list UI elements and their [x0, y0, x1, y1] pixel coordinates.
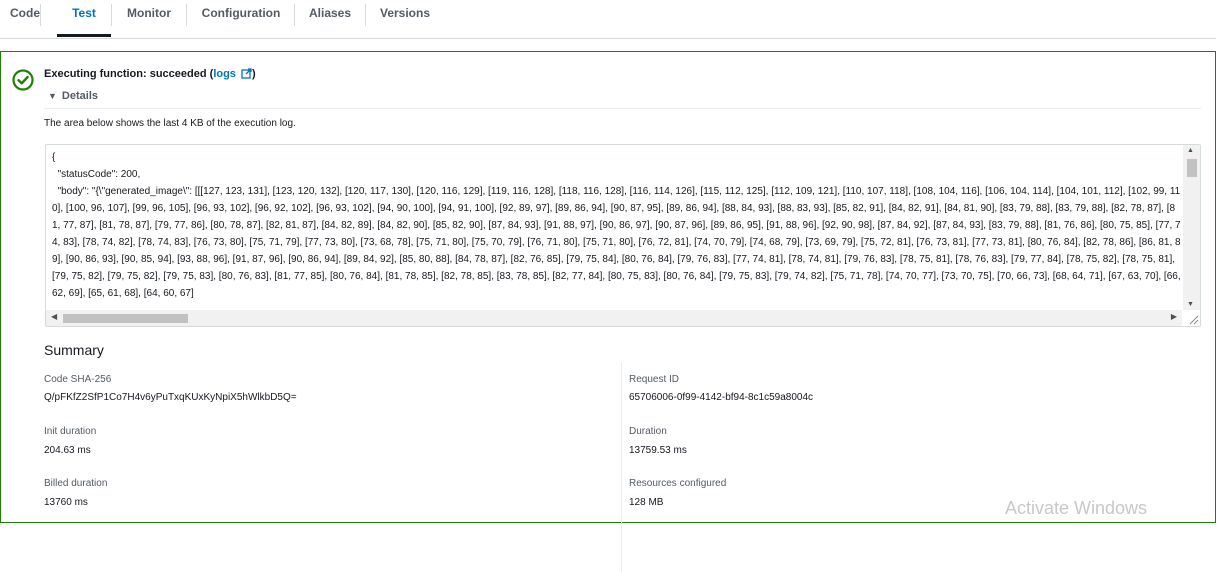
execution-status-text: Executing function: succeeded (logs ) — [44, 68, 256, 80]
tab-divider — [294, 4, 295, 26]
tab-divider — [111, 4, 112, 26]
scroll-thumb[interactable] — [1187, 159, 1197, 177]
init-duration-label: Init duration — [44, 426, 97, 437]
duration-value: 13759.53 ms — [629, 445, 687, 456]
summary-column-divider — [621, 362, 622, 572]
scroll-down-icon[interactable]: ▼ — [1187, 301, 1194, 308]
scroll-left-icon[interactable]: ◀ — [51, 312, 57, 321]
tab-code[interactable]: Code — [0, 0, 50, 37]
tab-aliases[interactable]: Aliases — [303, 0, 357, 37]
resources-configured-label: Resources configured — [629, 478, 727, 489]
request-id-value: 65706006-0f99-4142-bf94-8c1c59a8004c — [629, 392, 814, 403]
scroll-right-icon[interactable]: ▶ — [1171, 312, 1177, 321]
execution-log-content[interactable]: { "statusCode": 200, "body": "{\"generat… — [46, 145, 1182, 310]
billed-duration-value: 13760 ms — [44, 497, 88, 508]
duration-label: Duration — [629, 426, 667, 437]
logs-link[interactable]: logs — [213, 68, 252, 80]
divider — [44, 108, 1201, 109]
summary-heading: Summary — [44, 342, 104, 358]
success-check-icon — [12, 69, 34, 91]
logs-link-label[interactable]: logs — [213, 68, 236, 80]
billed-duration-label: Billed duration — [44, 478, 108, 489]
details-label[interactable]: Details — [62, 90, 98, 102]
execution-result-panel: Executing function: succeeded (logs ) ▼ D… — [0, 51, 1216, 572]
execution-status-close: ) — [252, 68, 256, 80]
scroll-thumb[interactable] — [63, 314, 188, 323]
resize-grip-icon[interactable] — [1185, 311, 1199, 325]
details-toggle[interactable]: ▼ Details — [48, 90, 98, 102]
tab-test[interactable]: Test — [57, 0, 111, 37]
horizontal-scrollbar[interactable]: ◀ ▶ — [46, 310, 1182, 326]
execution-log-text[interactable]: { "statusCode": 200, "body": "{\"generat… — [46, 145, 1182, 302]
tab-divider — [365, 4, 366, 26]
tab-versions[interactable]: Versions — [374, 0, 436, 37]
init-duration-value: 204.63 ms — [44, 445, 91, 456]
log-description: The area below shows the last 4 KB of th… — [44, 118, 296, 129]
tab-configuration[interactable]: Configuration — [196, 0, 286, 37]
tab-bar: Code Test Monitor Configuration Aliases … — [0, 0, 1216, 39]
code-sha-label: Code SHA-256 — [44, 374, 112, 385]
caret-down-icon[interactable]: ▼ — [48, 91, 57, 101]
execution-status-label: Executing function: succeeded ( — [44, 68, 214, 80]
resources-configured-value: 128 MB — [629, 497, 664, 508]
vertical-scrollbar[interactable]: ▲ ▼ — [1183, 145, 1200, 310]
code-sha-value: Q/pFKfZ2SfP1Co7H4v6yPuTxqKUxKyNpiX5hWlkb… — [44, 392, 297, 403]
tab-divider — [40, 4, 41, 26]
tab-divider — [186, 4, 187, 26]
tab-monitor[interactable]: Monitor — [118, 0, 180, 37]
execution-log-box[interactable]: { "statusCode": 200, "body": "{\"generat… — [45, 144, 1201, 327]
activate-windows-watermark: Activate Windows — [1005, 498, 1148, 518]
external-link-icon[interactable] — [241, 68, 252, 79]
scroll-up-icon[interactable]: ▲ — [1187, 147, 1194, 154]
request-id-label: Request ID — [629, 374, 680, 385]
